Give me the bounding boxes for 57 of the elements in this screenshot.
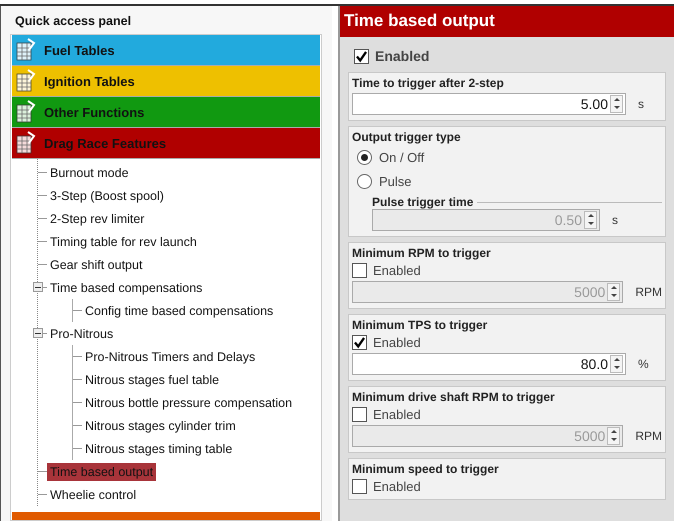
unit-label: s — [612, 213, 618, 227]
category-header[interactable]: Fuel Tables — [12, 35, 320, 66]
tree-item[interactable]: 3-Step (Boost spool) — [47, 186, 167, 205]
table-icon — [16, 38, 36, 62]
number-field[interactable]: 5.00 — [352, 93, 626, 115]
group-title: Output trigger type — [352, 130, 462, 144]
tree-item[interactable]: Pro-Nitrous Timers and Delays — [82, 348, 258, 366]
tree-item[interactable]: Time based compensations — [47, 278, 206, 297]
tree-item[interactable]: Pro-Nitrous — [47, 324, 116, 343]
panel-title: Quick access panel — [14, 13, 132, 30]
group-title: Minimum TPS to trigger — [352, 318, 488, 332]
group-title: Minimum RPM to trigger — [352, 246, 492, 260]
checkbox-label: Enabled — [373, 407, 421, 422]
page-title: Time based output — [340, 6, 674, 37]
unit-label: s — [638, 97, 644, 111]
tree-item[interactable]: Nitrous bottle pressure compensation — [82, 394, 296, 412]
table-icon — [16, 131, 36, 156]
tree-item[interactable]: Timing table for rev launch — [47, 232, 200, 251]
spin-arrows-icon[interactable] — [607, 283, 620, 301]
checkbox-label: Enabled — [373, 335, 421, 350]
spin-arrows-icon[interactable] — [610, 355, 623, 373]
checkbox[interactable] — [352, 263, 367, 278]
unit-label: % — [638, 357, 649, 371]
group-title: Minimum drive shaft RPM to trigger — [352, 390, 556, 404]
table-icon — [16, 100, 36, 124]
group-title: Minimum speed to trigger — [352, 462, 500, 476]
number-field[interactable]: 80.0 — [352, 353, 626, 375]
checkbox[interactable] — [352, 335, 367, 350]
radio-button[interactable] — [357, 174, 372, 189]
unit-label: RPM — [635, 429, 662, 443]
tree-item[interactable]: 2-Step rev limiter — [47, 210, 148, 228]
radio-button[interactable] — [357, 150, 372, 165]
collapse-toggle[interactable] — [33, 328, 43, 338]
tree-item[interactable]: Config time based compensations — [82, 302, 276, 320]
checkbox[interactable] — [352, 479, 367, 494]
tree-item[interactable]: Nitrous stages timing table — [82, 440, 236, 458]
checkbox-label: Enabled — [375, 48, 430, 64]
category-header[interactable]: Ignition Tables — [12, 66, 320, 98]
table-icon — [16, 69, 36, 94]
spin-arrows-icon[interactable] — [607, 427, 620, 445]
tree-item[interactable]: Nitrous stages cylinder trim — [82, 416, 239, 435]
category-header[interactable]: Other Functions — [12, 97, 320, 128]
group-title: Time to trigger after 2-step — [352, 76, 505, 90]
tree-item[interactable]: Burnout mode — [47, 164, 132, 182]
checkbox-label: Enabled — [373, 479, 421, 494]
tree-item[interactable]: Gear shift output — [47, 256, 146, 274]
unit-label: RPM — [635, 285, 662, 299]
group-title: Pulse trigger time — [372, 195, 474, 209]
radio-label: On / Off — [379, 150, 424, 165]
tree-item[interactable]: Wheelie control — [47, 486, 140, 504]
radio-label: Pulse — [379, 174, 412, 189]
tree-item[interactable]: Nitrous stages fuel table — [82, 370, 222, 389]
checkbox[interactable] — [354, 48, 369, 64]
checkbox-label: Enabled — [373, 263, 421, 278]
spin-arrows-icon[interactable] — [610, 95, 623, 113]
collapse-toggle[interactable] — [33, 282, 43, 292]
checkbox[interactable] — [352, 407, 367, 422]
